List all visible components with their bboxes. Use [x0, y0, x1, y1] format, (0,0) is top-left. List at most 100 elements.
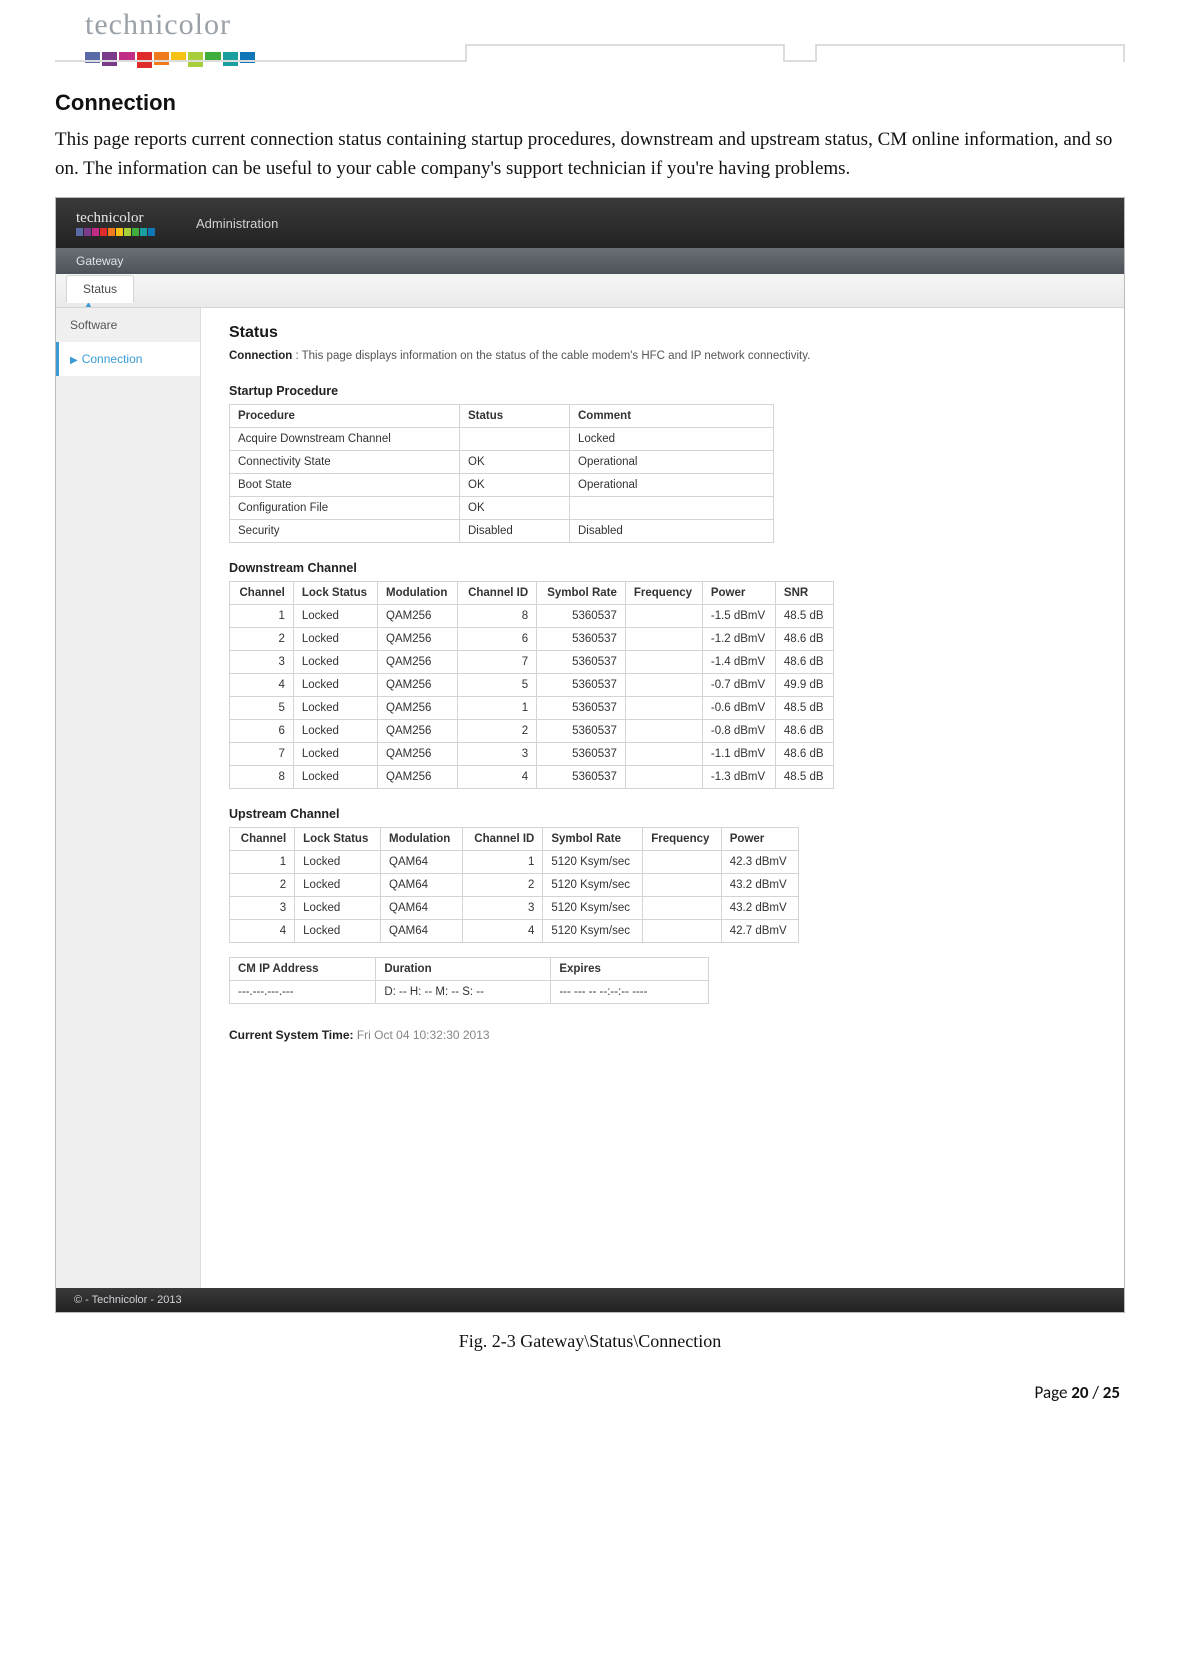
- col-header: Symbol Rate: [543, 827, 643, 850]
- subnav-gateway[interactable]: Gateway: [56, 248, 1124, 274]
- cell: QAM256: [378, 742, 458, 765]
- cell: [625, 696, 702, 719]
- subnav-status-row: Status ▲: [56, 274, 1124, 308]
- table-row: 4LockedQAM25655360537-0.7 dBmV49.9 dB: [230, 673, 834, 696]
- col-header: Duration: [376, 957, 551, 980]
- cell: Operational: [570, 473, 774, 496]
- ui-brand: technicolor: [76, 211, 156, 236]
- upstream-title: Upstream Channel: [229, 807, 1096, 821]
- cell: 5360537: [537, 673, 626, 696]
- cell: Configuration File: [230, 496, 460, 519]
- header-rule: [55, 60, 1125, 62]
- sidebar-item-label: Connection: [82, 352, 143, 366]
- col-header: Channel ID: [458, 581, 537, 604]
- cell: QAM256: [378, 627, 458, 650]
- cell: 7: [458, 650, 537, 673]
- downstream-table: ChannelLock StatusModulationChannel IDSy…: [229, 581, 834, 789]
- header-tab-b: [815, 44, 1125, 62]
- cell: Disabled: [570, 519, 774, 542]
- col-header: Modulation: [381, 827, 463, 850]
- cell: 2: [230, 873, 295, 896]
- cell: --- --- -- --:--:-- ----: [551, 980, 709, 1003]
- cell: [643, 873, 722, 896]
- cell: [625, 742, 702, 765]
- cell: [625, 719, 702, 742]
- cell: [625, 604, 702, 627]
- brand-wordmark: technicolor: [85, 8, 1125, 42]
- cell: 5: [458, 673, 537, 696]
- cell: OK: [460, 473, 570, 496]
- cell: -1.3 dBmV: [702, 765, 775, 788]
- cell: 48.5 dB: [775, 765, 833, 788]
- cell: QAM256: [378, 719, 458, 742]
- cell: -1.1 dBmV: [702, 742, 775, 765]
- col-header: Lock Status: [293, 581, 377, 604]
- cell: Locked: [293, 742, 377, 765]
- cell: 2: [458, 719, 537, 742]
- cell: 5360537: [537, 604, 626, 627]
- cell: 3: [230, 896, 295, 919]
- sidebar-item-software[interactable]: Software: [56, 308, 200, 342]
- table-row: 8LockedQAM25645360537-1.3 dBmV48.5 dB: [230, 765, 834, 788]
- cell: -0.7 dBmV: [702, 673, 775, 696]
- nav-administration[interactable]: Administration: [196, 216, 278, 231]
- cell: 5: [230, 696, 294, 719]
- cell: 3: [230, 650, 294, 673]
- cell: OK: [460, 496, 570, 519]
- table-row: 4LockedQAM6445120 Ksym/sec42.7 dBmV: [230, 919, 799, 942]
- cell: 5360537: [537, 627, 626, 650]
- cell: -0.8 dBmV: [702, 719, 775, 742]
- cell: Locked: [293, 673, 377, 696]
- table-row: 7LockedQAM25635360537-1.1 dBmV48.6 dB: [230, 742, 834, 765]
- cell: 5360537: [537, 765, 626, 788]
- table-row: Connectivity StateOKOperational: [230, 450, 774, 473]
- cell: Locked: [293, 627, 377, 650]
- cell: 43.2 dBmV: [721, 896, 798, 919]
- cell: 48.6 dB: [775, 627, 833, 650]
- col-header: Frequency: [625, 581, 702, 604]
- ui-brand-rainbow-icon: [76, 228, 156, 236]
- section-title: Connection: [55, 90, 1125, 116]
- cell: 5120 Ksym/sec: [543, 873, 643, 896]
- cell: OK: [460, 450, 570, 473]
- table-row: 5LockedQAM25615360537-0.6 dBmV48.5 dB: [230, 696, 834, 719]
- cell: -0.6 dBmV: [702, 696, 775, 719]
- table-row: 3LockedQAM25675360537-1.4 dBmV48.6 dB: [230, 650, 834, 673]
- sidebar-item-connection[interactable]: ▶Connection: [56, 342, 200, 376]
- upstream-table: ChannelLock StatusModulationChannel IDSy…: [229, 827, 799, 943]
- cell: 7: [230, 742, 294, 765]
- cell: QAM256: [378, 765, 458, 788]
- table-row: 3LockedQAM6435120 Ksym/sec43.2 dBmV: [230, 896, 799, 919]
- ui-brand-wordmark: technicolor: [76, 211, 156, 226]
- cell: 48.6 dB: [775, 719, 833, 742]
- col-header: SNR: [775, 581, 833, 604]
- col-header: Lock Status: [295, 827, 381, 850]
- col-header: Status: [460, 404, 570, 427]
- embedded-screenshot: technicolor Administration Gateway Statu…: [55, 197, 1125, 1313]
- cell: 4: [230, 673, 294, 696]
- cell: 42.3 dBmV: [721, 850, 798, 873]
- cell: -1.2 dBmV: [702, 627, 775, 650]
- cell: 1: [230, 850, 295, 873]
- cell: 48.5 dB: [775, 696, 833, 719]
- col-header: Symbol Rate: [537, 581, 626, 604]
- cell: Disabled: [460, 519, 570, 542]
- cell: 1: [462, 850, 543, 873]
- col-header: Channel: [230, 581, 294, 604]
- cell: 48.6 dB: [775, 742, 833, 765]
- col-header: Comment: [570, 404, 774, 427]
- tab-status[interactable]: Status: [66, 275, 134, 303]
- cell: [643, 919, 722, 942]
- col-header: CM IP Address: [230, 957, 376, 980]
- cell: Locked: [293, 696, 377, 719]
- cell: QAM64: [381, 873, 463, 896]
- cell: Locked: [293, 719, 377, 742]
- system-time-value: Fri Oct 04 10:32:30 2013: [357, 1028, 490, 1042]
- cell: Locked: [293, 765, 377, 788]
- doc-header: technicolor: [55, 0, 1125, 62]
- table-row: 6LockedQAM25625360537-0.8 dBmV48.6 dB: [230, 719, 834, 742]
- cell: QAM64: [381, 850, 463, 873]
- table-row: ---.---.---.---D: -- H: -- M: -- S: ----…: [230, 980, 709, 1003]
- col-header: Procedure: [230, 404, 460, 427]
- cell: [625, 650, 702, 673]
